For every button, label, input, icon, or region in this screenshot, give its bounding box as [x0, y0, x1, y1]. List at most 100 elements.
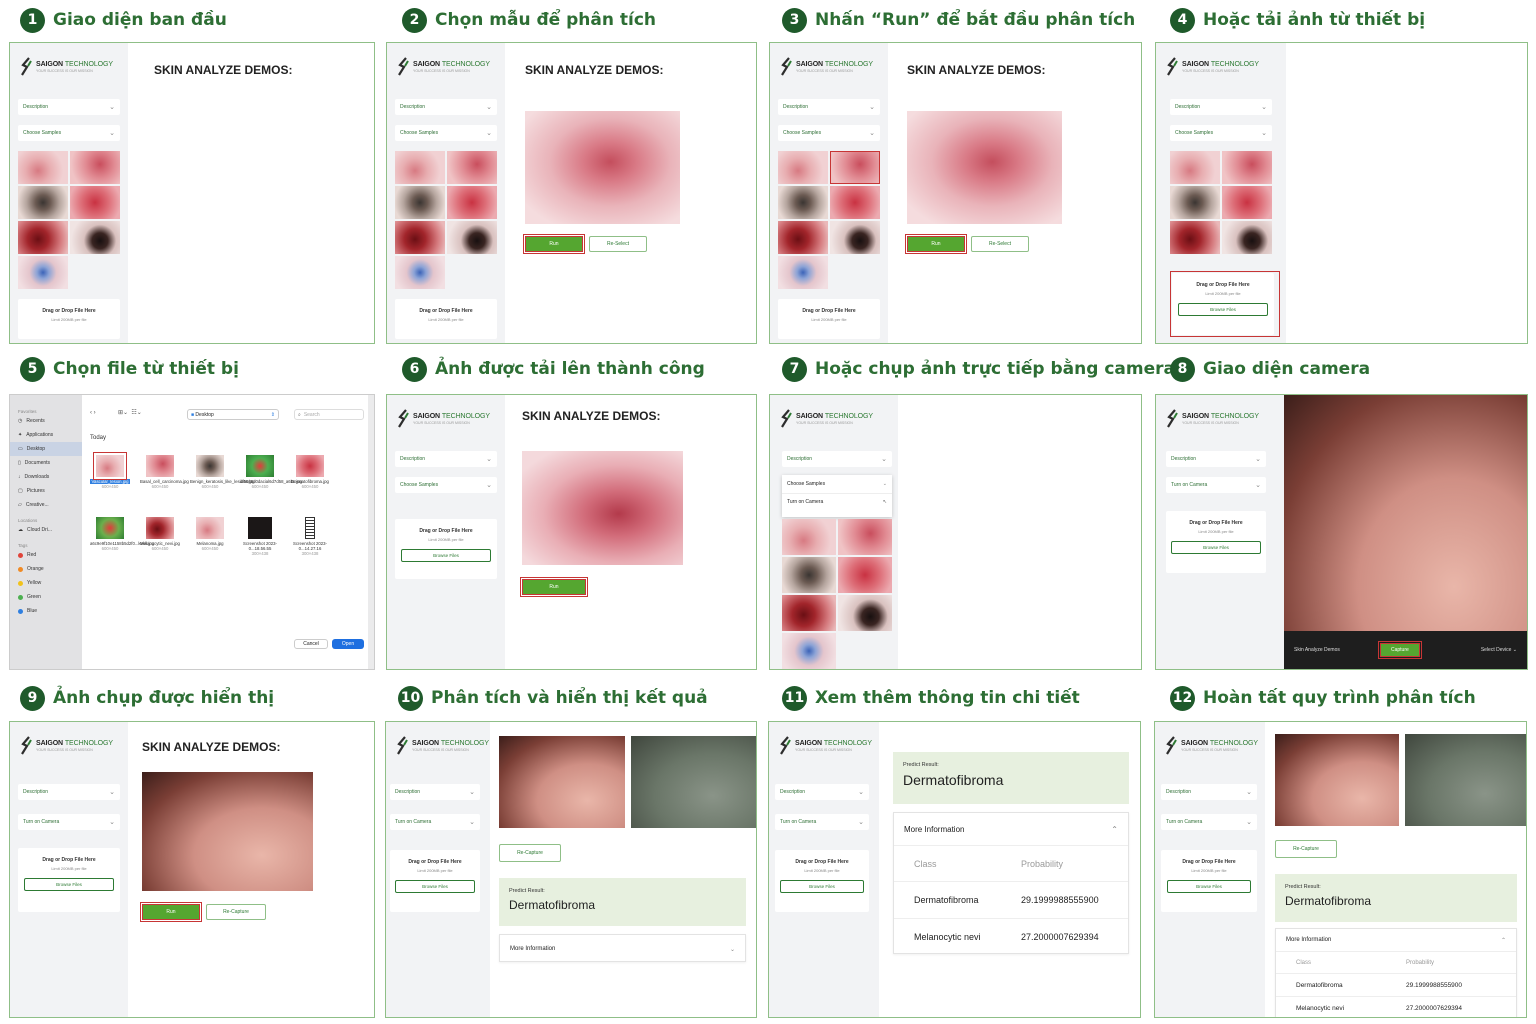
camera-dropdown[interactable]: Turn on Camera ⌄ — [1161, 814, 1257, 830]
fav-applications[interactable]: ✦ Applications — [18, 428, 82, 442]
menu-item-turn-on-camera[interactable]: Turn on Camera ↖ — [782, 494, 892, 510]
browse-files-button[interactable]: Browse Files — [780, 880, 864, 893]
file-dropzone[interactable]: Drag or Drop File Here Limit 200MB per fi… — [1161, 850, 1257, 912]
search-field[interactable]: ⌕ Search — [294, 409, 364, 420]
sample-thumb[interactable] — [782, 595, 836, 631]
run-button[interactable]: Run — [523, 234, 585, 254]
camera-dropdown[interactable]: Turn on Camera ⌄ — [775, 814, 869, 830]
sample-thumb[interactable] — [70, 221, 120, 254]
sample-thumb[interactable] — [830, 221, 880, 254]
sample-thumb[interactable] — [395, 221, 445, 254]
file-item[interactable]: Melanoma.jpg 600×450 — [190, 517, 230, 551]
file-item[interactable]: Screenshot 2023-0...14.27.16 300×438 — [290, 517, 330, 556]
fav-documents[interactable]: ▯ Documents — [18, 456, 82, 470]
tag-red[interactable]: Red — [18, 548, 82, 562]
sample-thumb[interactable] — [1170, 186, 1220, 219]
menu-item-choose-samples[interactable]: Choose Samples ⌄ — [782, 475, 892, 494]
sample-thumb[interactable] — [778, 186, 828, 219]
description-dropdown[interactable]: Description ⌄ — [395, 451, 497, 467]
sample-thumb-selected[interactable] — [830, 151, 880, 184]
file-item-selected[interactable]: Vascular_lesion.jpg 600×450 — [90, 452, 130, 489]
file-dropzone[interactable]: Drag or Drop File Here Limit 200MB per fi… — [775, 850, 869, 912]
choose-samples-dropdown[interactable]: Choose Samples ⌄ — [18, 125, 120, 141]
sample-thumb[interactable] — [830, 186, 880, 219]
sample-thumb[interactable] — [782, 519, 836, 555]
tag-green[interactable]: Green — [18, 590, 82, 604]
file-dropzone[interactable]: Drag or Drop File Here Limit 200MB per fi… — [778, 299, 880, 339]
description-dropdown[interactable]: Description ⌄ — [1166, 451, 1266, 467]
sample-thumb[interactable] — [782, 557, 836, 593]
file-dropzone[interactable]: Drag or Drop File Here Limit 200MB per fi… — [395, 519, 497, 579]
choose-samples-dropdown[interactable]: Choose Samples ⌄ — [395, 125, 497, 141]
run-button[interactable]: Run — [520, 577, 588, 597]
sample-thumb[interactable] — [782, 633, 836, 669]
file-item[interactable]: Dermatofibroma.jpg 600×450 — [290, 455, 330, 489]
location-select[interactable]: ■ Desktop ⇕ — [187, 409, 279, 420]
fav-pictures[interactable]: ▢ Pictures — [18, 484, 82, 498]
sample-thumb[interactable] — [778, 221, 828, 254]
camera-dropdown[interactable]: Turn on Camera ⌄ — [1166, 477, 1266, 493]
file-item[interactable]: Screenshot 2023-0...18.56.55 300×438 — [240, 517, 280, 556]
file-dropzone[interactable]: Drag or Drop File Here Limit 200MB per fi… — [395, 299, 497, 339]
view-grid-icon[interactable]: ⊞⌄ ☷⌄ — [118, 409, 142, 416]
description-dropdown[interactable]: Description ⌄ — [778, 99, 880, 115]
sample-thumb[interactable] — [778, 256, 828, 289]
sample-thumb[interactable] — [838, 557, 892, 593]
description-dropdown[interactable]: Description ⌄ — [390, 784, 480, 800]
select-device-dropdown[interactable]: Select Device ⌄ — [1481, 647, 1517, 653]
recapture-button[interactable]: Re-Capture — [499, 844, 561, 862]
file-dropzone[interactable]: Drag or Drop File Here Limit 200MB per fi… — [390, 850, 480, 912]
run-button[interactable]: Run — [140, 902, 202, 922]
sample-thumb[interactable] — [447, 186, 497, 219]
description-dropdown[interactable]: Description ⌄ — [1170, 99, 1272, 115]
sample-thumb[interactable] — [18, 186, 68, 219]
browse-files-button[interactable]: Browse Files — [24, 878, 114, 891]
browse-files-button[interactable]: Browse Files — [1167, 880, 1251, 893]
file-item[interactable]: Basal_cell_carcinoma.jpg 600×450 — [140, 455, 189, 489]
run-button[interactable]: Run — [905, 234, 967, 254]
recapture-button[interactable]: Re-Capture — [1275, 840, 1337, 858]
choose-samples-dropdown[interactable]: Choose Samples ⌄ — [1170, 125, 1272, 141]
reselect-button[interactable]: Re-Select — [589, 236, 647, 252]
sample-thumb[interactable] — [1222, 221, 1272, 254]
description-dropdown[interactable]: Description ⌄ — [18, 99, 120, 115]
sample-thumb[interactable] — [395, 256, 445, 289]
browse-files-button[interactable]: Browse Files — [401, 549, 491, 562]
sample-thumb[interactable] — [18, 151, 68, 184]
reselect-button[interactable]: Re-Select — [971, 236, 1029, 252]
description-dropdown[interactable]: Description ⌄ — [18, 784, 120, 800]
sample-thumb[interactable] — [18, 221, 68, 254]
nav-arrows[interactable]: ‹ › — [90, 410, 96, 416]
sample-thumb[interactable] — [447, 151, 497, 184]
tag-blue[interactable]: Blue — [18, 604, 82, 618]
more-information-expander[interactable]: More Information ⌃ Class Probability Derma… — [1275, 928, 1517, 1017]
file-item[interactable]: Melanocytic_nevi.jpg 600×450 — [140, 517, 180, 551]
sample-thumb[interactable] — [395, 186, 445, 219]
fav-recents[interactable]: ◷ Recents — [18, 414, 82, 428]
description-dropdown[interactable]: Description ⌄ — [782, 451, 892, 467]
open-button[interactable]: Open — [332, 639, 364, 649]
fav-creative[interactable]: ▱ Creative... — [18, 498, 82, 512]
sample-thumb[interactable] — [1222, 186, 1272, 219]
file-item[interactable]: a6c9e9f10e1158b5d2f0...kekk.jpg 600×450 — [90, 517, 154, 551]
capture-button[interactable]: Capture — [1378, 641, 1422, 659]
loc-cloud[interactable]: ☁ Cloud Dri... — [18, 523, 82, 537]
fav-desktop[interactable]: ▭ Desktop — [10, 442, 82, 456]
sample-thumb[interactable] — [778, 151, 828, 184]
camera-dropdown[interactable]: Turn on Camera ⌄ — [390, 814, 480, 830]
file-dropzone[interactable]: Drag or Drop File Here Limit 200MB per fi… — [1166, 511, 1266, 573]
more-information-expander[interactable]: More Information ⌄ — [499, 934, 746, 962]
sample-thumb[interactable] — [1170, 151, 1220, 184]
more-information-expander[interactable]: More Information ⌃ Class Probability Derma… — [893, 812, 1129, 954]
file-dropzone[interactable]: Drag or Drop File Here Limit 200MB per fi… — [18, 848, 120, 912]
sample-thumb[interactable] — [18, 256, 68, 289]
sample-thumb[interactable] — [70, 186, 120, 219]
description-dropdown[interactable]: Description ⌄ — [1161, 784, 1257, 800]
sample-thumb[interactable] — [1170, 221, 1220, 254]
tag-yellow[interactable]: Yellow — [18, 576, 82, 590]
browse-files-button[interactable]: Browse Files — [395, 880, 475, 893]
fav-downloads[interactable]: ↓ Downloads — [18, 470, 82, 484]
recapture-button[interactable]: Re-Capture — [206, 904, 266, 920]
choose-samples-dropdown[interactable]: Choose Samples ⌄ — [778, 125, 880, 141]
description-dropdown[interactable]: Description ⌄ — [775, 784, 869, 800]
